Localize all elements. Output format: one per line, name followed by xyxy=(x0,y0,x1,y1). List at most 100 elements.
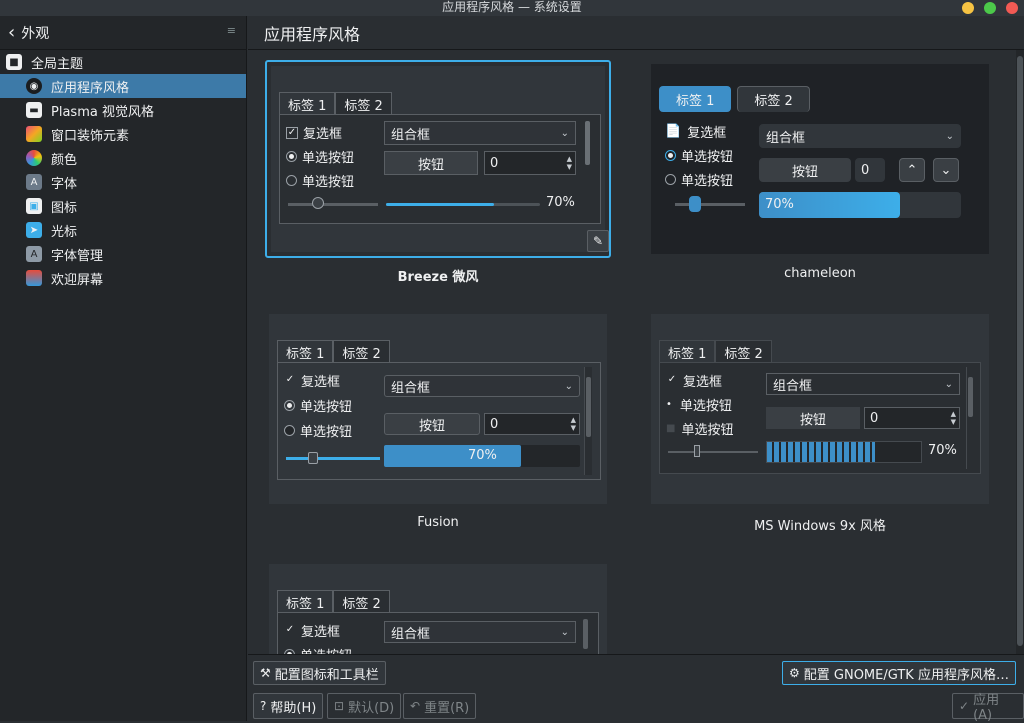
tab-1: 标签 1 xyxy=(659,340,716,364)
defaults-icon: ⊡ xyxy=(334,699,345,713)
sidebar-back-label: 外观 xyxy=(21,25,50,42)
spin-box: 0 ▲ ▼ xyxy=(484,151,576,175)
chevron-down-icon: ⌄ xyxy=(560,127,569,139)
tab-1: 标签 1 xyxy=(277,590,334,614)
configure-icons-toolbars-button[interactable]: ⚒ 配置图标和工具栏 xyxy=(253,661,386,685)
radio-icon xyxy=(286,175,297,186)
combo-box: 组合框 ⌄ xyxy=(384,375,580,397)
slider-knob xyxy=(689,196,701,212)
sidebar-item-plasma-style[interactable]: ▬ Plasma 视觉风格 xyxy=(0,98,246,122)
reset-button[interactable]: ↶ 重置(R) xyxy=(403,693,477,719)
sidebar-item-label: 光标 xyxy=(51,224,78,240)
spin-arrows-icon: ▲ ▼ xyxy=(570,416,576,432)
app-style-icon: ◉ xyxy=(26,78,42,94)
document-icon: 📄 xyxy=(665,124,682,139)
icons-icon: ▣ xyxy=(26,198,42,214)
progress-bar xyxy=(766,441,922,463)
sidebar-header[interactable]: ‹ 外观 ≡ xyxy=(0,16,246,50)
tab-1: 标签 1 xyxy=(277,340,334,364)
sidebar-item-splash-screen[interactable]: 欢迎屏幕 xyxy=(0,266,246,290)
help-button[interactable]: ? 帮助(H) xyxy=(253,693,324,719)
defaults-button[interactable]: ⊡ 默认(D) xyxy=(327,693,402,719)
gear-icon: ⚙ xyxy=(789,666,800,680)
close-button[interactable] xyxy=(1006,2,1018,14)
style-card-chameleon[interactable]: 标签 1 标签 2 📄 复选框 单选按钮 单选按钮 组合框 ⌄ 按钮 0 ⌃ ⌄ 7… xyxy=(647,60,993,258)
combo-box: 组合框 ⌄ xyxy=(384,121,576,145)
sidebar-item-label: 欢迎屏幕 xyxy=(51,272,104,288)
radio-icon xyxy=(284,400,295,411)
grid-scrollbar[interactable] xyxy=(1016,50,1024,654)
chevron-down-icon: ⌄ xyxy=(564,380,573,392)
minimize-button[interactable] xyxy=(962,2,974,14)
sidebar-item-fonts[interactable]: A 字体 xyxy=(0,170,246,194)
spin-box: 0 ▲ ▼ xyxy=(484,413,580,435)
footer: ⚒ 配置图标和工具栏 ⚙ 配置 GNOME/GTK 应用程序风格… ? 帮助(H) ⊡… xyxy=(248,654,1024,723)
sidebar-item-label: 图标 xyxy=(51,200,78,216)
main-content: 应用程序风格 标签 1 标签 2 ✓ 复选框 单选按钮 单选按钮 组合框 ⌄ 按钮 … xyxy=(248,16,1024,723)
maximize-button[interactable] xyxy=(984,2,996,14)
progress-text: 70% xyxy=(468,448,497,463)
sidebar: ‹ 外观 ≡ ■ 全局主题 ◉ 应用程序风格 ▬ Plasma 视觉风格 窗口装… xyxy=(0,16,247,721)
preview-button: 按钮 xyxy=(759,158,851,182)
radio-icon xyxy=(665,150,676,161)
sidebar-item-window-decoration[interactable]: 窗口装饰元素 xyxy=(0,122,246,146)
radio-icon xyxy=(284,425,295,436)
combo-box: 组合框 ⌄ xyxy=(759,124,961,148)
sidebar-item-font-manager[interactable]: A 字体管理 xyxy=(0,242,246,266)
checkbox-icon: ✓ xyxy=(286,126,298,139)
tab-2: 标签 2 xyxy=(715,340,772,364)
tab-2: 标签 2 xyxy=(335,92,392,116)
sidebar-item-label: 颜色 xyxy=(51,152,78,168)
radio-label: 单选按钮 xyxy=(302,151,355,166)
style-name: chameleon xyxy=(784,266,856,281)
style-name: Breeze 微风 xyxy=(397,270,479,285)
tab-1: 标签 1 xyxy=(279,92,336,116)
progress-text: 70% xyxy=(928,443,957,458)
cursor-icon: ➤ xyxy=(26,222,42,238)
spin-arrows-icon: ▲ ▼ xyxy=(950,410,956,426)
sidebar-item-colors[interactable]: 颜色 xyxy=(0,146,246,170)
apply-button[interactable]: ✓ 应用(A) xyxy=(952,693,1024,723)
sidebar-item-cursor[interactable]: ➤ 光标 xyxy=(0,218,246,242)
sidebar-item-label: 字体管理 xyxy=(51,248,104,264)
radio-label: 单选按钮 xyxy=(302,175,355,190)
tab-2: 标签 2 xyxy=(333,340,390,364)
splash-screen-icon xyxy=(26,270,42,286)
radio-icon xyxy=(286,151,297,162)
preview-button: 按钮 xyxy=(766,407,860,429)
style-name: MS Windows 9x 风格 xyxy=(754,519,886,534)
back-arrow-icon[interactable]: ‹ xyxy=(8,22,15,43)
chevron-down-icon: ⌄ xyxy=(560,626,569,638)
font-manager-icon: A xyxy=(26,246,42,262)
style-card-breeze[interactable]: 标签 1 标签 2 ✓ 复选框 单选按钮 单选按钮 组合框 ⌄ 按钮 0 ▲ ▼ 70% xyxy=(265,60,611,258)
style-card-fusion[interactable]: 标签 1 标签 2 ✓ 复选框 单选按钮 单选按钮 组合框 ⌄ 按钮 0 ▲ ▼ 70% xyxy=(265,310,611,508)
chevron-up-icon: ⌃ xyxy=(899,158,925,182)
combo-box: 组合框 ⌄ xyxy=(384,621,576,643)
radio-icon xyxy=(665,174,676,185)
style-card-5[interactable]: 标签 1 标签 2 ✓复选框 单选按钮 组合框⌄ xyxy=(265,560,611,654)
sidebar-item-icons[interactable]: ▣ 图标 xyxy=(0,194,246,218)
combo-box: 组合框 ⌄ xyxy=(766,373,960,395)
style-grid[interactable]: 标签 1 标签 2 ✓ 复选框 单选按钮 单选按钮 组合框 ⌄ 按钮 0 ▲ ▼ 70% xyxy=(248,50,1016,654)
edit-style-button[interactable]: ✎ xyxy=(587,230,609,252)
sidebar-item-app-style[interactable]: ◉ 应用程序风格 xyxy=(0,74,246,98)
preview-button: 按钮 xyxy=(384,413,480,435)
sidebar-item-global-theme[interactable]: ■ 全局主题 xyxy=(0,50,246,74)
reset-icon: ↶ xyxy=(410,699,421,713)
check-icon: ✓ xyxy=(959,699,970,713)
hamburger-icon[interactable]: ≡ xyxy=(227,24,236,37)
progress-text: 70% xyxy=(546,195,575,210)
slider-knob xyxy=(308,452,318,464)
colors-icon xyxy=(26,150,42,166)
style-card-windows9x[interactable]: 标签 1 标签 2 ✓ 复选框 • 单选按钮 ■ 单选按钮 组合框 ⌄ 按钮 0 ▲ ▼ 7… xyxy=(647,310,993,508)
window-titlebar: 应用程序风格 — 系统设置 xyxy=(0,0,1024,16)
tab-2: 标签 2 xyxy=(333,590,390,614)
configure-gtk-button[interactable]: ⚙ 配置 GNOME/GTK 应用程序风格… xyxy=(782,661,1016,685)
tab-1: 标签 1 xyxy=(659,86,732,112)
spin-arrows-icon: ▲ ▼ xyxy=(566,155,572,171)
progress-bar xyxy=(386,203,540,206)
slider-knob xyxy=(694,445,700,457)
tools-icon: ⚒ xyxy=(260,666,271,680)
sidebar-item-label: 应用程序风格 xyxy=(51,80,130,96)
sidebar-item-label: 全局主题 xyxy=(31,56,84,72)
